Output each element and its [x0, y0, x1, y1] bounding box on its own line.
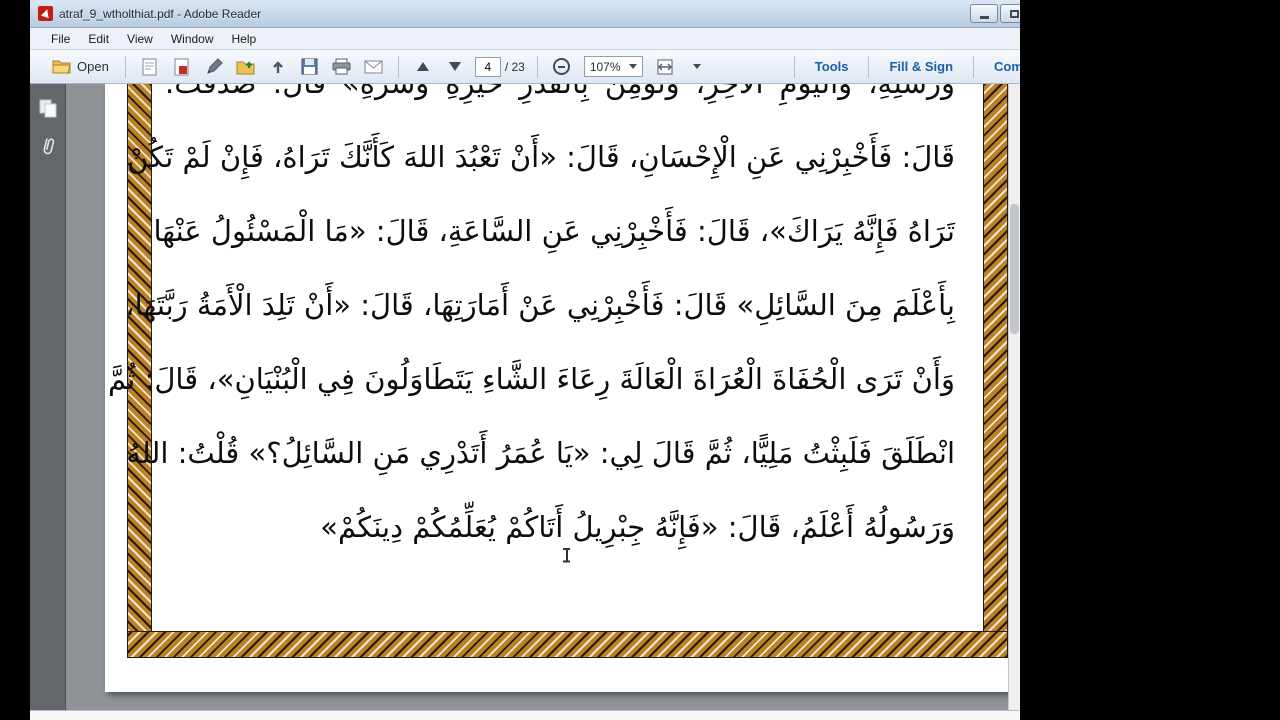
page-thumbnails-icon[interactable] [38, 98, 58, 118]
toolbar-separator [124, 55, 126, 78]
arabic-text-block: وَرُسُلِهِ، وَالْيَوْمِ الْآخِرِ، وَتُؤْ… [108, 84, 955, 564]
fit-width-icon[interactable] [652, 55, 678, 79]
zoom-out-icon[interactable] [549, 55, 575, 79]
arabic-text-line: بِأَعْلَمَ مِنَ السَّائِلِ» قَالَ: فَأَخ… [125, 288, 955, 322]
menu-item[interactable]: Window [162, 29, 223, 49]
toolbar-separator [868, 55, 870, 78]
ornament-border-bottom [127, 631, 1008, 658]
pdf-page[interactable]: وَرُسُلِهِ، وَالْيَوْمِ الْآخِرِ، وَتُؤْ… [105, 84, 1008, 692]
arabic-text-line: تَرَاهُ فَإِنَّهُ يَرَاكَ»، قَالَ: فَأَخ… [153, 214, 955, 248]
window-controls [970, 4, 1020, 23]
toolbar-right-group: Tools Fill & Sign Comment [786, 55, 1020, 78]
document-icon[interactable] [137, 55, 163, 79]
window-bottom-bar [30, 710, 1020, 720]
arabic-text-line: انْطَلَقَ فَلَبِثْتُ مَلِيًّا، ثُمَّ قَا… [126, 436, 955, 470]
dropdown-caret-icon [628, 64, 637, 69]
upload-icon[interactable] [265, 55, 291, 79]
open-label: Open [77, 59, 109, 74]
menu-item[interactable]: Help [223, 29, 266, 49]
toolbar-separator [536, 55, 538, 78]
toolbar: Open 4 / 23 107% Tools Fill & Sign Com [30, 50, 1020, 84]
minimize-button[interactable] [970, 4, 998, 23]
arabic-text-line: قَالَ: فَأَخْبِرْنِي عَنِ الْإِحْسَانِ، … [127, 140, 955, 174]
email-icon[interactable] [361, 55, 387, 79]
share-folder-icon[interactable] [233, 55, 259, 79]
menu-item[interactable]: File [42, 29, 79, 49]
vertical-scrollbar[interactable] [1008, 84, 1020, 710]
arabic-text-line: وَرَسُولُهُ أَعْلَمُ، قَالَ: «فَإِنَّهُ … [320, 510, 955, 544]
comment-button[interactable]: Comment [982, 55, 1020, 78]
tools-button[interactable]: Tools [803, 55, 861, 78]
edit-pen-icon[interactable] [201, 55, 227, 79]
ornament-border-right [983, 84, 1008, 658]
page-display-icon[interactable] [684, 55, 710, 79]
dropdown-caret-icon [692, 64, 701, 69]
adobe-reader-window: atraf_9_wtholthiat.pdf - Adobe Reader Fi… [30, 0, 1020, 720]
adobe-reader-app-icon [38, 6, 53, 21]
window-title: atraf_9_wtholthiat.pdf - Adobe Reader [59, 6, 262, 21]
content-area: وَرُسُلِهِ، وَالْيَوْمِ الْآخِرِ، وَتُؤْ… [30, 84, 1020, 710]
print-icon[interactable] [329, 55, 355, 79]
titlebar: atraf_9_wtholthiat.pdf - Adobe Reader [30, 0, 1020, 28]
zoom-value: 107% [589, 59, 621, 74]
toolbar-separator [793, 55, 795, 78]
fill-sign-button[interactable]: Fill & Sign [877, 55, 965, 78]
maximize-button[interactable] [1000, 4, 1020, 23]
toolbar-separator [397, 55, 399, 78]
page-total-label: / 23 [504, 59, 525, 74]
menu-item[interactable]: View [118, 29, 162, 49]
page-up-icon[interactable] [410, 55, 436, 79]
attachments-paperclip-icon[interactable] [39, 136, 57, 158]
toolbar-separator [973, 55, 975, 78]
arabic-text-line: وَأَنْ تَرَى الْحُفَاةَ الْعُرَاةَ الْعَ… [108, 362, 955, 396]
menu-item[interactable]: Edit [79, 29, 118, 49]
scrollbar-thumb[interactable] [1010, 204, 1019, 334]
save-icon[interactable] [297, 55, 323, 79]
page-down-icon[interactable] [442, 55, 468, 79]
zoom-level-dropdown[interactable]: 107% [583, 56, 643, 77]
text-cursor-icon [562, 548, 571, 563]
convert-pdf-icon[interactable] [169, 55, 195, 79]
menu-bar: File Edit View Window Help [30, 28, 1020, 50]
desktop-background: atraf_9_wtholthiat.pdf - Adobe Reader Fi… [0, 0, 1280, 720]
document-canvas[interactable]: وَرُسُلِهِ، وَالْيَوْمِ الْآخِرِ، وَتُؤْ… [66, 84, 1008, 710]
page-number-input[interactable] [474, 56, 501, 77]
navigation-pane [30, 84, 66, 710]
maximize-icon [1009, 9, 1019, 18]
open-button[interactable]: Open [44, 56, 117, 77]
arabic-text-line: وَرُسُلِهِ، وَالْيَوْمِ الْآخِرِ، وَتُؤْ… [165, 84, 955, 120]
minimize-icon [979, 16, 989, 19]
open-folder-icon [52, 59, 71, 74]
